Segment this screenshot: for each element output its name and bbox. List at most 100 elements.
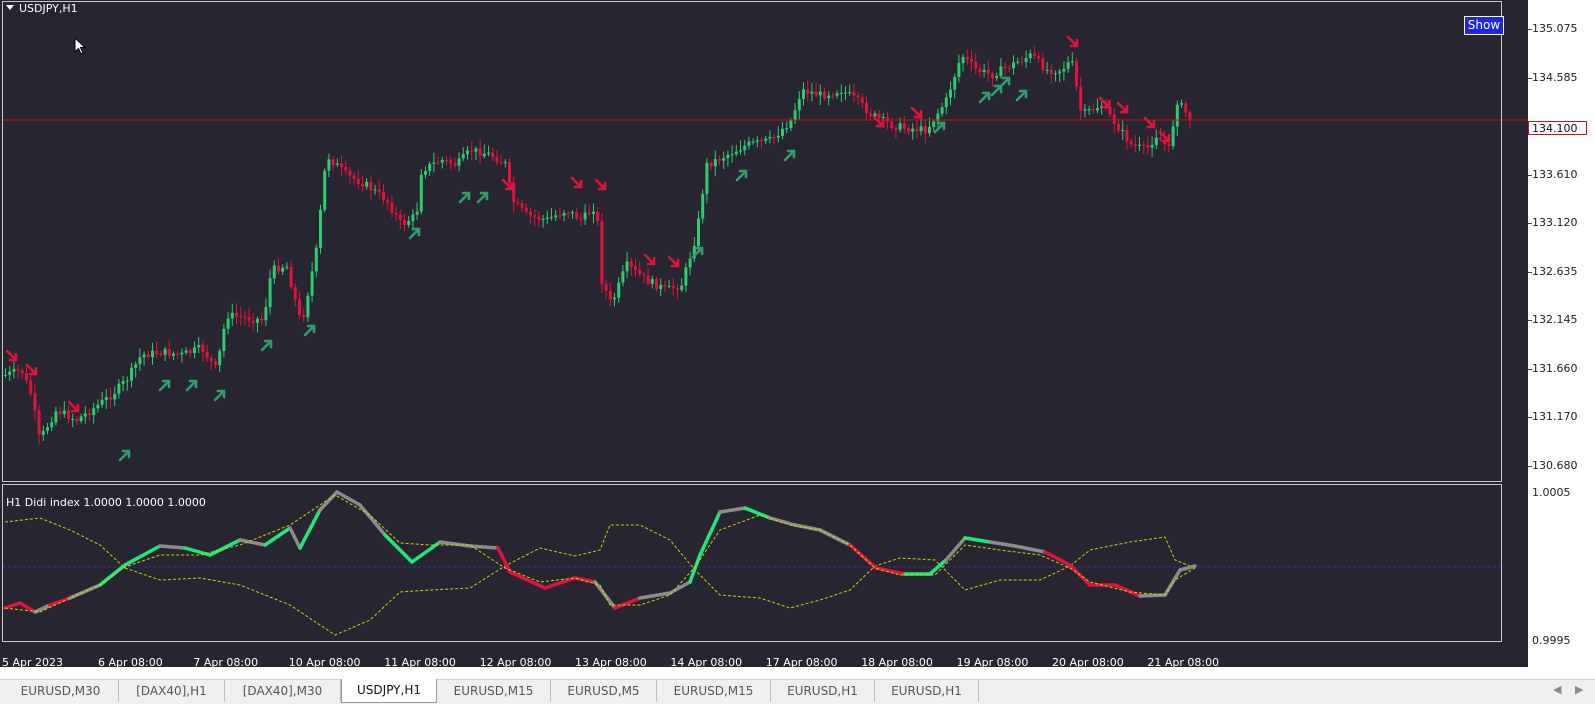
buy-arrow-icon — [998, 76, 1011, 89]
candle-body — [151, 350, 154, 358]
candle-body — [1070, 61, 1074, 63]
candle-body — [793, 110, 797, 121]
buy-arrow-icon — [185, 379, 198, 392]
candle-body — [709, 162, 713, 167]
candle-body — [41, 430, 45, 435]
chart-tab[interactable]: EURUSD,M15 — [657, 680, 771, 702]
candle-body — [264, 307, 268, 321]
sell-arrow-icon — [25, 363, 38, 376]
candle-body — [932, 121, 936, 127]
candle-body — [20, 370, 24, 374]
indicator-label: H1 Didi index 1.0000 1.0000 1.0000 — [6, 496, 206, 509]
didi-line-segment — [508, 570, 547, 590]
candle-body — [100, 399, 104, 405]
chart-tab[interactable]: EURUSD,M15 — [437, 680, 551, 702]
candle-body — [684, 267, 688, 286]
candle-body — [247, 317, 251, 321]
candle-body — [180, 352, 184, 355]
didi-line-segment — [698, 510, 722, 557]
didi-line-segment — [288, 526, 302, 550]
candle-body — [634, 266, 637, 270]
candle-body — [142, 354, 146, 358]
candle-body — [184, 350, 188, 353]
candle-body — [323, 170, 327, 211]
candle-body — [159, 354, 163, 356]
sell-arrow-icon — [667, 255, 680, 268]
candle-body — [1138, 144, 1141, 146]
candle-body — [1083, 109, 1087, 111]
candle-body — [209, 357, 213, 362]
chart-tab[interactable]: [DAX40],H1 — [119, 680, 225, 702]
candle-body — [58, 411, 62, 414]
candle-body — [508, 162, 511, 183]
candle-body — [642, 274, 646, 276]
candle-body — [949, 89, 952, 98]
sell-arrow-icon — [594, 178, 607, 191]
show-button[interactable]: Show — [1464, 16, 1504, 35]
candle-body — [650, 279, 654, 284]
didi-line-segment — [1178, 564, 1197, 572]
candle-body — [16, 369, 20, 371]
candle-body — [608, 290, 612, 300]
chart-tab[interactable]: USDJPY,H1 — [341, 679, 437, 703]
candle-body — [860, 97, 864, 103]
candle-body — [260, 318, 264, 321]
candle-body — [1066, 62, 1070, 70]
chart-tab[interactable]: EURUSD,M5 — [551, 680, 657, 702]
sell-arrow-icon — [872, 115, 885, 128]
candle-body — [881, 116, 885, 118]
current-price-badge: 134.100 — [1528, 121, 1587, 135]
candle-body — [1146, 145, 1150, 148]
didi-line-segment — [638, 591, 672, 600]
candle-body — [163, 349, 167, 355]
candle-body — [823, 91, 826, 99]
candle-body — [50, 422, 54, 428]
candle-body — [104, 397, 108, 400]
candle-body — [655, 279, 658, 289]
candle-body — [524, 207, 528, 212]
candle-body — [172, 353, 175, 356]
candle-body — [1062, 69, 1066, 72]
scroll-left-icon[interactable]: ◀ — [1553, 683, 1561, 696]
candle-body — [571, 212, 574, 214]
time-label: 14 Apr 08:00 — [670, 656, 743, 669]
time-label: 11 Apr 08:00 — [384, 656, 456, 669]
chart-tab[interactable]: EURUSD,H1 — [875, 680, 979, 702]
candle-body — [894, 128, 898, 130]
candle-body — [953, 76, 957, 90]
candle-body — [579, 218, 583, 220]
candle-body — [583, 212, 587, 220]
candle-body — [134, 364, 138, 368]
candle-body — [1012, 62, 1015, 69]
candle-body — [256, 318, 259, 323]
candle-body — [138, 357, 142, 365]
didi-line-segment — [768, 516, 797, 527]
didi-line-segment — [123, 544, 162, 567]
candle-body — [604, 284, 608, 291]
candle-body — [398, 214, 402, 220]
candle-body — [1087, 109, 1091, 111]
chart-tab[interactable]: EURUSD,H1 — [771, 680, 875, 702]
chart-canvas[interactable] — [0, 0, 1528, 667]
candle-body — [424, 171, 427, 175]
candle-body — [289, 266, 293, 288]
candle-body — [1079, 86, 1083, 111]
candle-body — [781, 129, 784, 136]
candle-body — [911, 128, 915, 132]
symbol-label[interactable]: USDJPY,H1 — [6, 2, 78, 15]
chart-tab[interactable]: EURUSD,M30 — [3, 680, 119, 702]
candle-body — [1171, 126, 1175, 146]
candle-body — [898, 123, 902, 130]
candle-body — [760, 140, 763, 142]
scroll-right-icon[interactable]: ▶ — [1575, 683, 1583, 696]
candle-body — [923, 126, 927, 134]
candle-body — [352, 175, 356, 179]
dropdown-triangle-icon[interactable] — [6, 5, 14, 10]
candle-body — [818, 91, 822, 96]
candle-body — [67, 410, 70, 420]
chart-tab[interactable]: [DAX40],M30 — [225, 680, 341, 702]
candle-body — [92, 408, 96, 415]
didi-line-segment — [238, 538, 267, 547]
time-label: 6 Apr 08:00 — [98, 656, 163, 669]
candle-body — [982, 69, 986, 73]
